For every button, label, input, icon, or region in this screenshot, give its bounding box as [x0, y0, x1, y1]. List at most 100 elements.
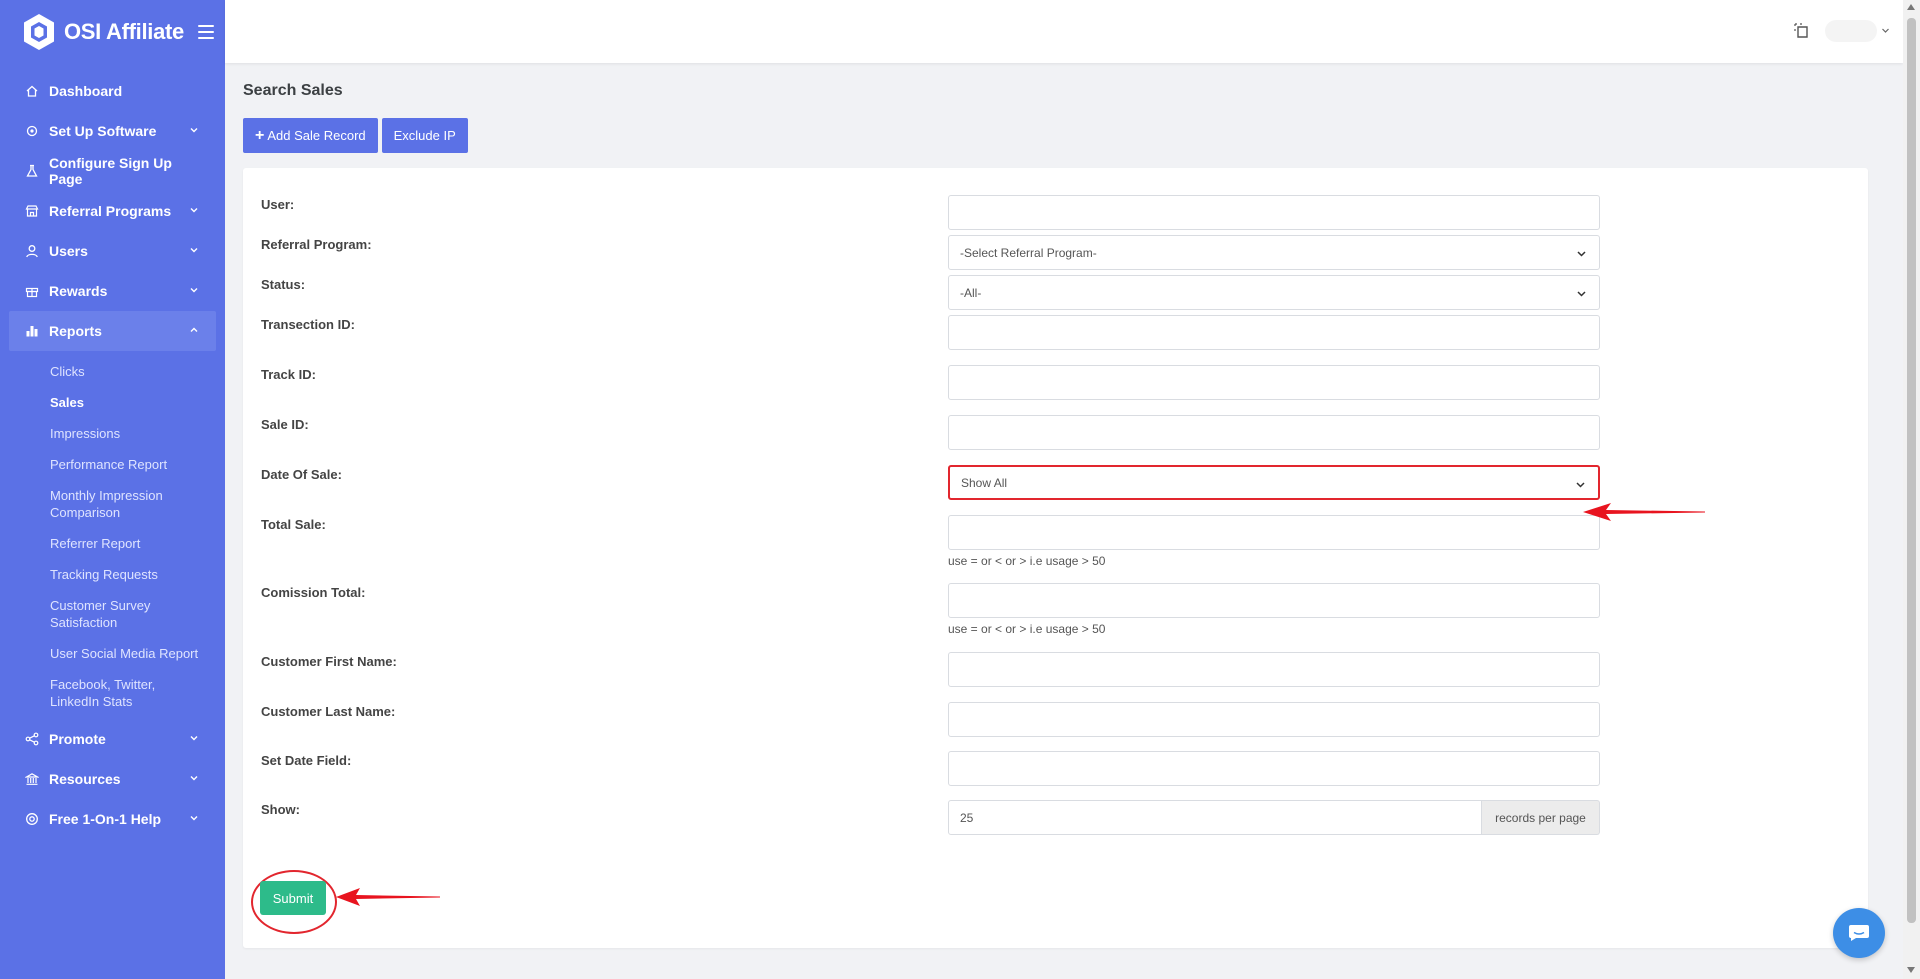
commission-total-label: Comission Total: — [261, 585, 366, 600]
sale-id-label: Sale ID: — [261, 417, 309, 432]
user-icon — [25, 244, 39, 258]
chevron-down-icon — [190, 776, 198, 781]
customer-last-name-label: Customer Last Name: — [261, 704, 396, 719]
customer-first-name-label: Customer First Name: — [261, 654, 397, 669]
status-select[interactable]: -All- — [948, 275, 1600, 310]
customer-first-name-input[interactable] — [948, 652, 1600, 687]
customer-last-name-input[interactable] — [948, 702, 1600, 737]
store-icon — [25, 204, 39, 218]
gift-icon — [25, 284, 39, 298]
user-input[interactable] — [948, 195, 1600, 230]
sidebar-item-configure-sign-up-page[interactable]: Configure Sign Up Page — [0, 151, 225, 191]
status-value: -All- — [960, 285, 982, 300]
annotation-arrow-submit — [336, 888, 440, 906]
commission-total-input[interactable] — [948, 583, 1600, 618]
chat-widget-button[interactable] — [1833, 908, 1885, 958]
sidebar-subitem-tracking-requests[interactable]: Tracking Requests — [50, 559, 225, 590]
sidebar-item-label: Free 1-On-1 Help — [49, 811, 162, 827]
user-avatar[interactable] — [1825, 20, 1877, 42]
chat-bubble-icon — [1849, 925, 1869, 941]
sidebar-item-label: Promote — [49, 731, 106, 747]
sidebar-nav: Dashboard Set Up Software Configure Sign… — [0, 71, 225, 839]
track-id-input[interactable] — [948, 365, 1600, 400]
submit-button[interactable]: Submit — [260, 881, 326, 915]
chart-icon — [25, 324, 39, 338]
main-content: Search Sales + Add Sale Record Exclude I… — [243, 82, 1868, 948]
sidebar-subitem-user-social-media-report[interactable]: User Social Media Report — [50, 638, 225, 669]
commission-total-hint: use = or < or > i.e usage > 50 — [948, 622, 1106, 636]
status-label: Status: — [261, 277, 306, 292]
vertical-scrollbar[interactable] — [1903, 0, 1920, 979]
total-sale-hint: use = or < or > i.e usage > 50 — [948, 554, 1106, 568]
sidebar-subitem-performance-report[interactable]: Performance Report — [50, 449, 225, 480]
sidebar-item-set-up-software[interactable]: Set Up Software — [0, 111, 225, 151]
transection-id-label: Transection ID: — [261, 317, 355, 332]
chevron-down-icon — [190, 248, 198, 253]
sale-id-input[interactable] — [948, 415, 1600, 450]
sidebar-item-label: Rewards — [49, 283, 108, 299]
sidebar-item-dashboard[interactable]: Dashboard — [0, 71, 225, 111]
fullscreen-icon[interactable] — [1793, 22, 1811, 40]
brand: OSI Affiliate — [0, 0, 225, 64]
sidebar-item-free-help[interactable]: Free 1-On-1 Help — [0, 799, 225, 839]
exclude-ip-button[interactable]: Exclude IP — [381, 118, 468, 153]
chevron-down-icon — [1576, 482, 1585, 488]
total-sale-label: Total Sale: — [261, 517, 326, 532]
date-of-sale-value: Show All — [961, 475, 1008, 490]
chevron-down-icon[interactable] — [1881, 26, 1890, 35]
referral-program-value: -Select Referral Program- — [960, 245, 1097, 260]
show-input-group: 25 records per page — [948, 800, 1600, 835]
annotation-arrow-date-of-sale — [1583, 503, 1705, 521]
sidebar-item-label: Users — [49, 243, 88, 259]
sidebar-subitem-referrer-report[interactable]: Referrer Report — [50, 528, 225, 559]
set-date-field-input[interactable] — [948, 751, 1600, 786]
total-sale-input[interactable] — [948, 515, 1600, 550]
chevron-down-icon — [190, 128, 198, 133]
home-icon — [25, 84, 39, 98]
scroll-up-arrow-icon[interactable] — [1907, 4, 1915, 10]
set-date-field-label: Set Date Field: — [261, 753, 352, 768]
plus-icon: + — [255, 126, 265, 144]
sidebar-item-promote[interactable]: Promote — [0, 719, 225, 759]
hamburger-menu-icon[interactable] — [197, 25, 214, 39]
date-of-sale-label: Date Of Sale: — [261, 467, 342, 482]
sidebar-subitem-impressions[interactable]: Impressions — [50, 418, 225, 449]
sidebar-subitem-sales[interactable]: Sales — [50, 387, 225, 418]
lifebuoy-icon — [25, 812, 39, 826]
chevron-up-icon — [190, 327, 198, 332]
scroll-down-arrow-icon[interactable] — [1907, 967, 1915, 973]
flask-icon — [25, 164, 39, 178]
top-bar — [225, 0, 1903, 63]
records-per-page-addon: records per page — [1482, 800, 1600, 835]
sidebar-subitem-monthly-impression-comparison[interactable]: Monthly Impression Comparison — [50, 480, 180, 528]
add-sale-record-button[interactable]: + Add Sale Record — [243, 118, 378, 153]
records-per-page-input[interactable]: 25 — [948, 800, 1482, 835]
sidebar-item-reports[interactable]: Reports — [9, 311, 216, 351]
logo-icon — [24, 14, 54, 50]
sidebar-item-label: Reports — [49, 323, 102, 339]
sidebar-item-referral-programs[interactable]: Referral Programs — [0, 191, 225, 231]
sidebar-item-resources[interactable]: Resources — [0, 759, 225, 799]
sidebar-item-label: Configure Sign Up Page — [49, 155, 172, 187]
sidebar-item-users[interactable]: Users — [0, 231, 225, 271]
sidebar-subitem-facebook-twitter-linkedin-stats[interactable]: Facebook, Twitter, LinkedIn Stats — [50, 669, 170, 717]
date-of-sale-select[interactable]: Show All — [948, 465, 1600, 500]
gear-icon — [25, 124, 39, 138]
sidebar-item-label: Resources — [49, 771, 121, 787]
transection-id-input[interactable] — [948, 315, 1600, 350]
bank-icon — [25, 772, 39, 786]
track-id-label: Track ID: — [261, 367, 316, 382]
referral-program-label: Referral Program: — [261, 237, 372, 252]
sidebar-subitem-clicks[interactable]: Clicks — [50, 356, 225, 387]
add-sale-record-label: Add Sale Record — [267, 128, 366, 143]
search-form-card: User: Referral Program: -Select Referral… — [243, 168, 1868, 948]
referral-program-select[interactable]: -Select Referral Program- — [948, 235, 1600, 270]
chevron-down-icon — [190, 816, 198, 821]
sidebar-item-label: Referral Programs — [49, 203, 172, 219]
chevron-down-icon — [190, 736, 198, 741]
scrollbar-thumb[interactable] — [1907, 18, 1916, 923]
sidebar-item-rewards[interactable]: Rewards — [0, 271, 225, 311]
sidebar-subitem-customer-survey-satisfaction[interactable]: Customer Survey Satisfaction — [50, 590, 170, 638]
sidebar: OSI Affiliate Dashboard Set Up Software … — [0, 0, 225, 979]
action-buttons: + Add Sale Record Exclude IP — [243, 118, 1868, 153]
